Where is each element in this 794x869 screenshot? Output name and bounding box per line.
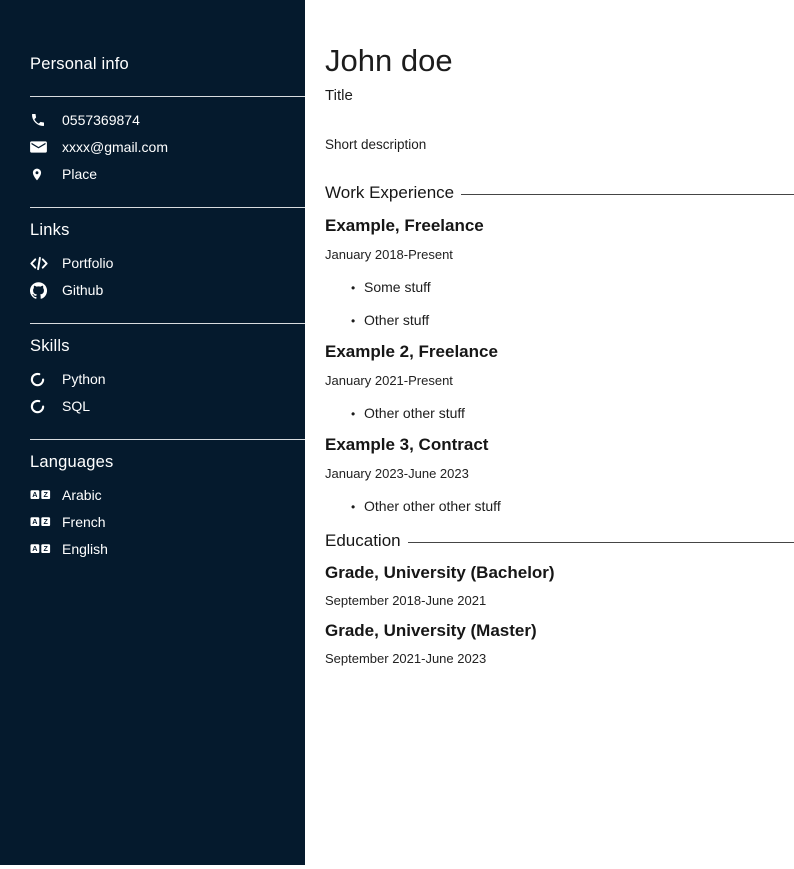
svg-text:A: A [32,544,37,553]
contact-place-label: Place [62,164,97,184]
section-heading-work-experience: Work Experience [325,183,794,202]
education-entry-date: September 2018-June 2021 [325,593,794,608]
sidebar-section-languages: Languages AZ Arabic AZ French AZ [30,453,305,559]
work-entry-date: January 2021-Present [325,373,794,388]
contact-email-label: xxxx@gmail.com [62,137,168,157]
svg-text:Z: Z [44,544,49,553]
sidebar: Personal info 0557369874 xxxx@gmail.com [0,0,305,865]
svg-text:Z: Z [44,490,49,499]
work-entry-title: Example 3, Contract [325,435,794,454]
code-icon [30,254,50,272]
sidebar-section-links: Links Portfolio Github [30,221,305,300]
work-entry: Example, Freelance January 2018-Present … [325,216,794,328]
sidebar-section-skills: Skills Python SQL [30,337,305,416]
language-arabic: AZ Arabic [30,485,305,505]
work-entry-date: January 2018-Present [325,247,794,262]
section-heading-rule [408,542,794,543]
svg-text:A: A [32,490,37,499]
skills-list: Python SQL [30,369,305,416]
phone-icon [30,111,50,129]
education-entry: Grade, University (Bachelor) September 2… [325,563,794,608]
sidebar-divider [30,96,305,97]
translate-icon: AZ [30,486,52,504]
language-french-label: French [62,512,106,532]
contact-phone-row: 0557369874 [30,110,305,130]
languages-heading: Languages [30,453,305,472]
personal-info-heading: Personal info [30,55,305,74]
education-entry-title: Grade, University (Bachelor) [325,563,794,582]
section-heading-education: Education [325,531,794,550]
sidebar-divider [30,439,305,440]
contact-phone-label: 0557369874 [62,110,140,130]
email-icon [30,138,50,156]
sidebar-section-personal-info: Personal info 0557369874 xxxx@gmail.com [30,55,305,184]
link-portfolio[interactable]: Portfolio [30,253,305,273]
languages-list: AZ Arabic AZ French AZ English [30,485,305,559]
skills-heading: Skills [30,337,305,356]
language-english-label: English [62,539,108,559]
short-description: Short description [325,137,794,152]
bullet-item: Other other stuff [351,405,794,421]
work-entry-title: Example, Freelance [325,216,794,235]
translate-icon: AZ [30,513,52,531]
work-entry-bullets: Other other other stuff [325,498,794,514]
links-heading: Links [30,221,305,240]
language-french: AZ French [30,512,305,532]
sidebar-divider [30,207,305,208]
section-heading-rule [461,194,794,195]
skill-python: Python [30,369,305,389]
education-entry: Grade, University (Master) September 202… [325,621,794,666]
bullet-item: Other stuff [351,312,794,328]
section-heading-label: Education [325,531,401,550]
education-entry-title: Grade, University (Master) [325,621,794,640]
sidebar-divider [30,323,305,324]
section-heading-label: Work Experience [325,183,454,202]
education-entry-date: September 2021-June 2023 [325,651,794,666]
link-github[interactable]: Github [30,280,305,300]
work-entry-date: January 2023-June 2023 [325,466,794,481]
github-icon [30,281,50,299]
skill-sql-label: SQL [62,396,90,416]
bullet-item: Some stuff [351,279,794,295]
language-arabic-label: Arabic [62,485,102,505]
contact-email-row: xxxx@gmail.com [30,137,305,157]
link-portfolio-label: Portfolio [62,253,113,273]
work-entry: Example 2, Freelance January 2021-Presen… [325,342,794,421]
skill-python-label: Python [62,369,106,389]
work-entry-bullets: Other other stuff [325,405,794,421]
translate-icon: AZ [30,540,52,558]
resume-main: John doe Title Short description Work Ex… [325,0,794,666]
work-entry-title: Example 2, Freelance [325,342,794,361]
bullet-item: Other other other stuff [351,498,794,514]
circle-notch-icon [30,370,50,388]
circle-notch-icon [30,397,50,415]
work-entry: Example 3, Contract January 2023-June 20… [325,435,794,514]
link-github-label: Github [62,280,103,300]
work-entry-bullets: Some stuff Other stuff [325,279,794,328]
page-title: John doe [325,44,794,78]
svg-text:A: A [32,517,37,526]
job-title: Title [325,87,794,104]
contact-place-row: Place [30,164,305,184]
location-icon [30,165,50,183]
links-list: Portfolio Github [30,253,305,300]
skill-sql: SQL [30,396,305,416]
svg-text:Z: Z [44,517,49,526]
language-english: AZ English [30,539,305,559]
contact-list: 0557369874 xxxx@gmail.com Place [30,110,305,184]
resume-page: Personal info 0557369874 xxxx@gmail.com [0,0,794,869]
